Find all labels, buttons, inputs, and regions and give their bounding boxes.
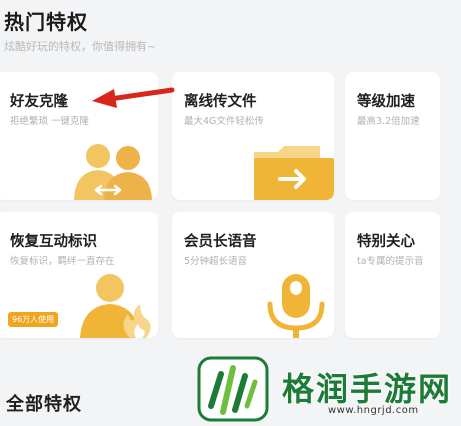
privilege-card-friend-clone[interactable]: 好友克隆 拒绝繁琐 一键克隆 <box>0 72 158 200</box>
watermark-logo-icon <box>197 356 269 422</box>
card-desc: 最高3.2倍加速 <box>357 116 420 127</box>
watermark-url: www.hngrjd.com <box>328 405 419 416</box>
card-desc: 拒绝繁琐 一键克隆 <box>10 116 90 127</box>
usage-count-badge: 96万人使用 <box>8 312 59 327</box>
privilege-card-level-boost[interactable]: 等级加速 最高3.2倍加速 <box>345 72 440 200</box>
card-title: 离线传文件 <box>184 94 257 110</box>
friends-clone-icon <box>74 144 152 200</box>
privilege-card-offline-file[interactable]: 离线传文件 最大4G文件轻松传 <box>172 72 334 200</box>
card-desc: 5分钟超长语音 <box>184 256 248 267</box>
card-title: 等级加速 <box>357 94 415 110</box>
card-desc: 恢复标识，羁绊一直存在 <box>10 256 115 267</box>
silhouette-flame-icon <box>80 274 151 338</box>
privilege-card-restore-badge[interactable]: 恢复互动标识 恢复标识，羁绊一直存在 96万人使用 <box>0 212 158 338</box>
privilege-card-special-care[interactable]: 特别关心 ta专属的提示音 <box>345 212 440 338</box>
page-title: 热门特权 <box>4 10 88 34</box>
card-desc: ta专属的提示音 <box>357 256 424 267</box>
folder-arrow-icon <box>254 146 334 200</box>
privilege-card-long-voice[interactable]: 会员长语音 5分钟超长语音 <box>172 212 334 338</box>
card-title: 好友克隆 <box>10 94 68 110</box>
card-title: 恢复互动标识 <box>10 234 97 250</box>
section-title-all-privileges: 全部特权 <box>6 394 82 415</box>
page-subtitle: 炫酷好玩的特权，你值得拥有~ <box>4 40 157 53</box>
microphone-icon <box>267 274 325 338</box>
card-title: 特别关心 <box>357 234 415 250</box>
watermark-name: 格润手游网 <box>282 370 453 408</box>
card-title: 会员长语音 <box>184 234 257 250</box>
card-desc: 最大4G文件轻松传 <box>184 116 264 127</box>
